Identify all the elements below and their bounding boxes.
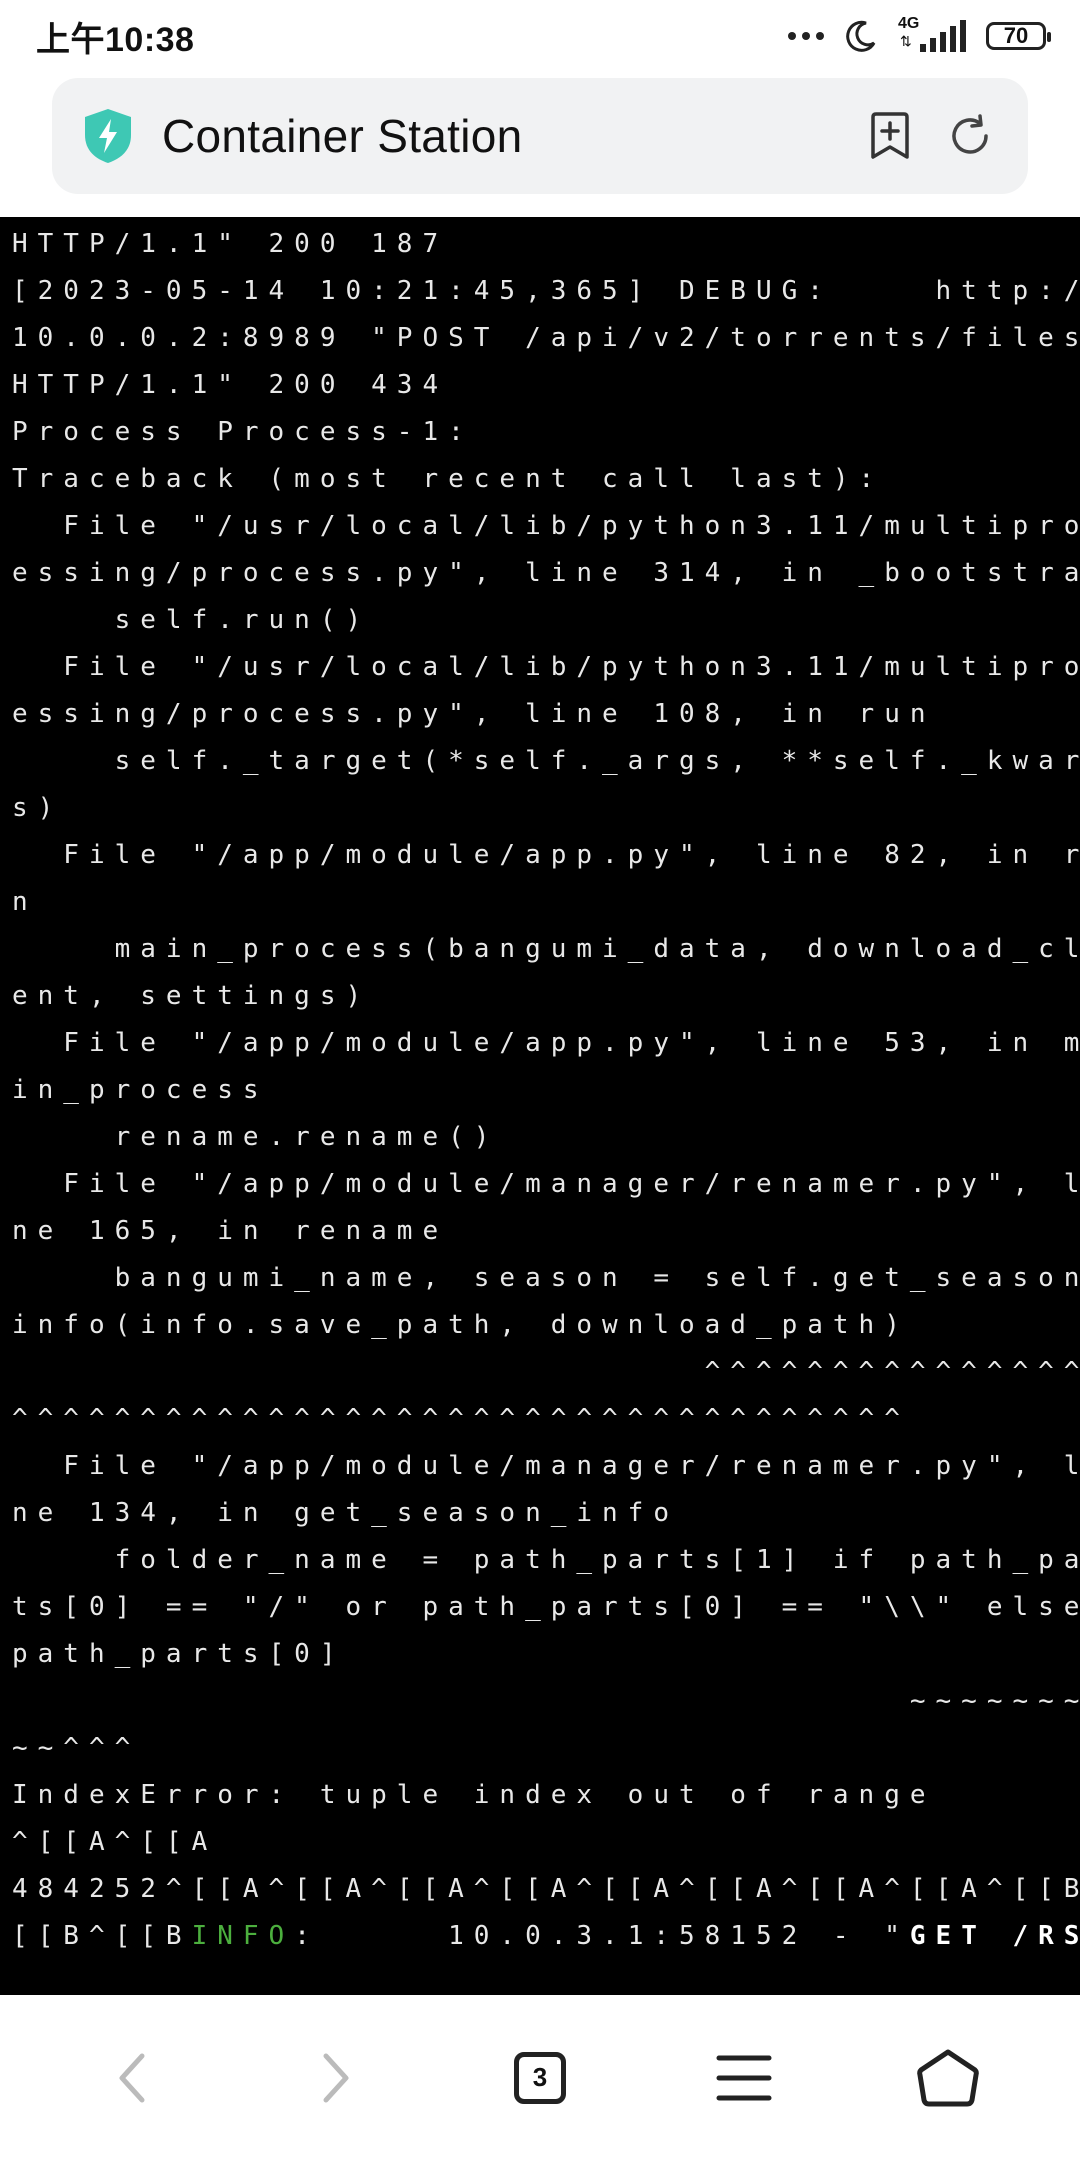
forward-button[interactable] [286,2028,386,2128]
log-request: GET /RSS [909,1921,1080,1951]
bookmark-add-icon [871,112,909,159]
log-line: essing/process.py", line 108, in run [12,699,936,729]
refresh-icon [952,114,988,154]
browser-nav-bar: 3 [0,1995,1080,2160]
address-bar[interactable]: Container Station [52,78,1028,194]
log-line: ne 165, in rename [12,1216,449,1246]
log-line: File "/app/module/manager/renamer.py", l… [12,1451,1080,1481]
chevron-right-icon [323,2053,349,2102]
cellular-signal-icon: 4G ⇅ [898,16,966,52]
log-line: in_process [12,1075,269,1105]
log-line: ~~~~~~~~ [12,1686,1080,1716]
home-icon [917,2049,979,2106]
tab-count: 3 [532,2062,548,2092]
log-line: rename.rename() [12,1122,500,1152]
log-line: n [12,887,38,917]
do-not-disturb-moon-icon [846,20,876,52]
log-line: info(info.save_path, download_path) [12,1310,910,1340]
add-bookmark-button[interactable] [860,106,920,166]
log-line: path_parts[0] [12,1639,346,1669]
tabs-count-icon: 3 [514,2051,566,2104]
log-line: File "/usr/local/lib/python3.11/multipro… [12,511,1080,541]
log-line: ^[[A^[[A [12,1827,218,1857]
log-line: ent, settings) [12,981,372,1011]
log-line: File "/app/module/manager/renamer.py", l… [12,1169,1080,1199]
log-line: HTTP/1.1" 200 434 [12,370,449,400]
terminal-lines: HTTP/1.1" 200 187 [2023-05-14 10:21:45,3… [0,217,1080,1960]
log-line: ^^^^^^^^^^^^^^^^ [12,1357,1080,1387]
hamburger-menu-icon [716,2055,772,2100]
status-time: 上午10:38 [36,20,195,59]
log-line: Process Process-1: [12,417,474,447]
battery-level: 70 [1003,23,1029,48]
terminal-log-view[interactable]: HTTP/1.1" 200 187 [2023-05-14 10:21:45,3… [0,217,1080,1995]
escape-seq: [[B^[[B [12,1921,192,1951]
back-button[interactable] [82,2028,182,2128]
log-line: File "/app/module/app.py", line 53, in m… [12,1028,1080,1058]
battery-icon: 70 [986,22,1051,50]
log-line-last: [[B^[[BINFO: 10.0.3.1:58152 - "GET /RSS [0,1913,1080,1960]
log-line: [2023-05-14 10:21:45,365] DEBUG: http:// [12,276,1080,306]
log-line: folder_name = path_parts[1] if path_par [12,1545,1080,1575]
log-level-info: INFO [191,1921,295,1951]
more-notifications-icon [788,32,824,40]
log-line: bangumi_name, season = self.get_season_ [12,1263,1080,1293]
log-line: 10.0.0.2:8989 "POST /api/v2/torrents/fil… [12,323,1080,353]
page-title[interactable]: Container Station [162,109,840,163]
log-line: ts[0] == "/" or path_parts[0] == "\\" el… [12,1592,1080,1622]
log-line: HTTP/1.1" 200 187 [12,229,449,259]
log-line: ne 134, in get_season_info [12,1498,679,1528]
log-line: s) [12,793,64,823]
log-line: ^^^^^^^^^^^^^^^^^^^^^^^^^^^^^^^^^^^ [12,1404,910,1434]
refresh-button[interactable] [940,106,1000,166]
menu-button[interactable] [694,2028,794,2128]
log-line: Traceback (most recent call last): [12,464,885,494]
log-line: 484252^[[A^[[A^[[A^[[A^[[A^[[A^[[A^[[A^[… [12,1874,1080,1904]
status-bar: 上午10:38 4G ⇅ 70 [0,0,1080,72]
tabs-button[interactable]: 3 [490,2028,590,2128]
log-line: essing/process.py", line 314, in _bootst… [12,558,1080,588]
data-arrows-icon: ⇅ [900,33,912,49]
log-line: File "/usr/local/lib/python3.11/multipro… [12,652,1080,682]
status-icons: 4G ⇅ 70 [788,16,1051,53]
chevron-left-icon [119,2053,145,2102]
log-line: self.run() [12,605,372,635]
log-line: main_process(bangumi_data, download_cli [12,934,1080,964]
log-line: self._target(*self._args, **self._kwarg [12,746,1080,776]
log-line: File "/app/module/app.py", line 82, in r… [12,840,1080,870]
network-type-label: 4G [898,15,920,32]
home-button[interactable] [898,2028,998,2128]
security-shield-icon [85,109,131,163]
log-address: : 10.0.3.1:58152 - " [294,1921,910,1951]
log-line: IndexError: tuple index out of range [12,1780,936,1810]
log-line: ~~^^^ [12,1733,141,1763]
